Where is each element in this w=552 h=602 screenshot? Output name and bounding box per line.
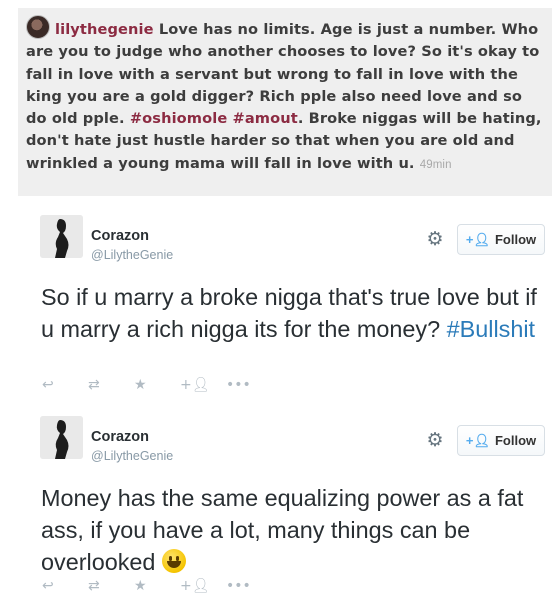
commenter-avatar[interactable] — [26, 15, 50, 39]
tweet-hashtag[interactable]: #Bullshit — [447, 316, 535, 342]
smiley-emoji-icon — [161, 549, 186, 573]
display-name[interactable]: Corazon — [91, 429, 149, 445]
avatar[interactable] — [40, 215, 83, 258]
comment-hashtag[interactable]: #oshiomole — [130, 110, 228, 127]
avatar[interactable] — [40, 416, 83, 459]
tweet-actions: ↩ ⇄ ★ +👤︎ ••• — [42, 578, 272, 594]
tweet-text: So if u marry a broke nigga that's true … — [41, 281, 551, 345]
gear-icon[interactable]: ⚙ — [424, 228, 446, 250]
follow-button[interactable]: +👤︎ Follow — [457, 224, 545, 255]
reply-icon[interactable]: ↩ — [42, 377, 88, 393]
follow-plus-icon: +👤︎ — [465, 231, 490, 247]
user-handle[interactable]: @LilytheGenie — [91, 449, 173, 463]
tweet-text-content: Money has the same equalizing power as a… — [41, 485, 524, 575]
tweet-actions: ↩ ⇄ ★ +👤︎ ••• — [42, 377, 272, 393]
retweet-icon[interactable]: ⇄ — [88, 377, 134, 393]
comment-timestamp: 49min — [419, 158, 452, 171]
more-icon[interactable]: ••• — [226, 578, 272, 594]
display-name[interactable]: Corazon — [91, 228, 149, 244]
follow-plus-icon: +👤︎ — [465, 432, 490, 448]
reply-icon[interactable]: ↩ — [42, 578, 88, 594]
retweet-icon[interactable]: ⇄ — [88, 578, 134, 594]
tweet-text: Money has the same equalizing power as a… — [41, 482, 551, 578]
follow-plus-icon[interactable]: +👤︎ — [180, 377, 226, 393]
comment-hashtag[interactable]: #amout — [233, 110, 298, 127]
star-icon[interactable]: ★ — [134, 377, 180, 393]
comment-username[interactable]: lilythegenie — [55, 21, 154, 38]
user-handle[interactable]: @LilytheGenie — [91, 248, 173, 262]
follow-label: Follow — [494, 433, 537, 448]
gear-icon[interactable]: ⚙ — [424, 429, 446, 451]
star-icon[interactable]: ★ — [134, 578, 180, 594]
follow-label: Follow — [494, 232, 537, 247]
instagram-comment: lilythegenie Love has no limits. Age is … — [18, 8, 552, 196]
more-icon[interactable]: ••• — [226, 377, 272, 393]
follow-button[interactable]: +👤︎ Follow — [457, 425, 545, 456]
follow-plus-icon[interactable]: +👤︎ — [180, 578, 226, 594]
